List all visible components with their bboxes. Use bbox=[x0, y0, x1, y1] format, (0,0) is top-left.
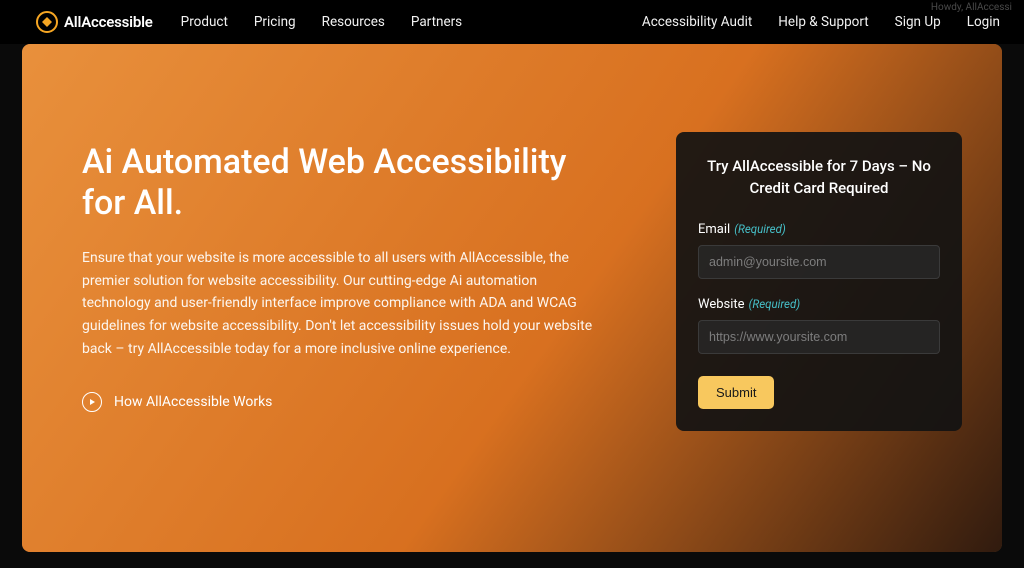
email-required-text: (Required) bbox=[734, 222, 786, 236]
how-it-works-link[interactable]: How AllAccessible Works bbox=[82, 392, 272, 412]
brand-logo[interactable]: AllAccessible bbox=[36, 11, 153, 33]
website-label-text: Website bbox=[698, 297, 745, 312]
hero-subcopy: Ensure that your website is more accessi… bbox=[82, 247, 602, 360]
greeting-text: Howdy, AllAccessi bbox=[931, 2, 1012, 13]
email-field-group: Email (Required) bbox=[698, 222, 940, 279]
submit-button[interactable]: Submit bbox=[698, 376, 774, 409]
website-input[interactable] bbox=[698, 320, 940, 354]
brand-name: AllAccessible bbox=[64, 13, 153, 31]
nav-resources[interactable]: Resources bbox=[322, 14, 385, 30]
nav-product[interactable]: Product bbox=[181, 14, 228, 30]
play-icon bbox=[82, 392, 102, 412]
nav-partners[interactable]: Partners bbox=[411, 14, 462, 30]
nav-secondary: Accessibility Audit Help & Support Sign … bbox=[642, 14, 1000, 30]
card-title: Try AllAccessible for 7 Days – No Credit… bbox=[698, 156, 940, 200]
email-label-text: Email bbox=[698, 222, 730, 237]
website-label: Website (Required) bbox=[698, 297, 940, 312]
website-field-group: Website (Required) bbox=[698, 297, 940, 354]
nav-help-support[interactable]: Help & Support bbox=[778, 14, 868, 30]
email-input[interactable] bbox=[698, 245, 940, 279]
nav-login[interactable]: Login bbox=[967, 14, 1000, 30]
how-it-works-label: How AllAccessible Works bbox=[114, 394, 272, 410]
hero-copy: Ai Automated Web Accessibility for All. … bbox=[82, 92, 602, 512]
nav-primary: Product Pricing Resources Partners bbox=[181, 14, 462, 30]
nav-accessibility-audit[interactable]: Accessibility Audit bbox=[642, 14, 752, 30]
main-header: AllAccessible Product Pricing Resources … bbox=[0, 0, 1024, 44]
hero-headline: Ai Automated Web Accessibility for All. bbox=[82, 142, 602, 225]
nav-pricing[interactable]: Pricing bbox=[254, 14, 296, 30]
hero-section: Ai Automated Web Accessibility for All. … bbox=[22, 44, 1002, 552]
email-label: Email (Required) bbox=[698, 222, 940, 237]
signup-card: Try AllAccessible for 7 Days – No Credit… bbox=[676, 132, 962, 431]
website-required-text: (Required) bbox=[749, 297, 801, 311]
logo-icon bbox=[36, 11, 58, 33]
nav-sign-up[interactable]: Sign Up bbox=[895, 14, 941, 30]
